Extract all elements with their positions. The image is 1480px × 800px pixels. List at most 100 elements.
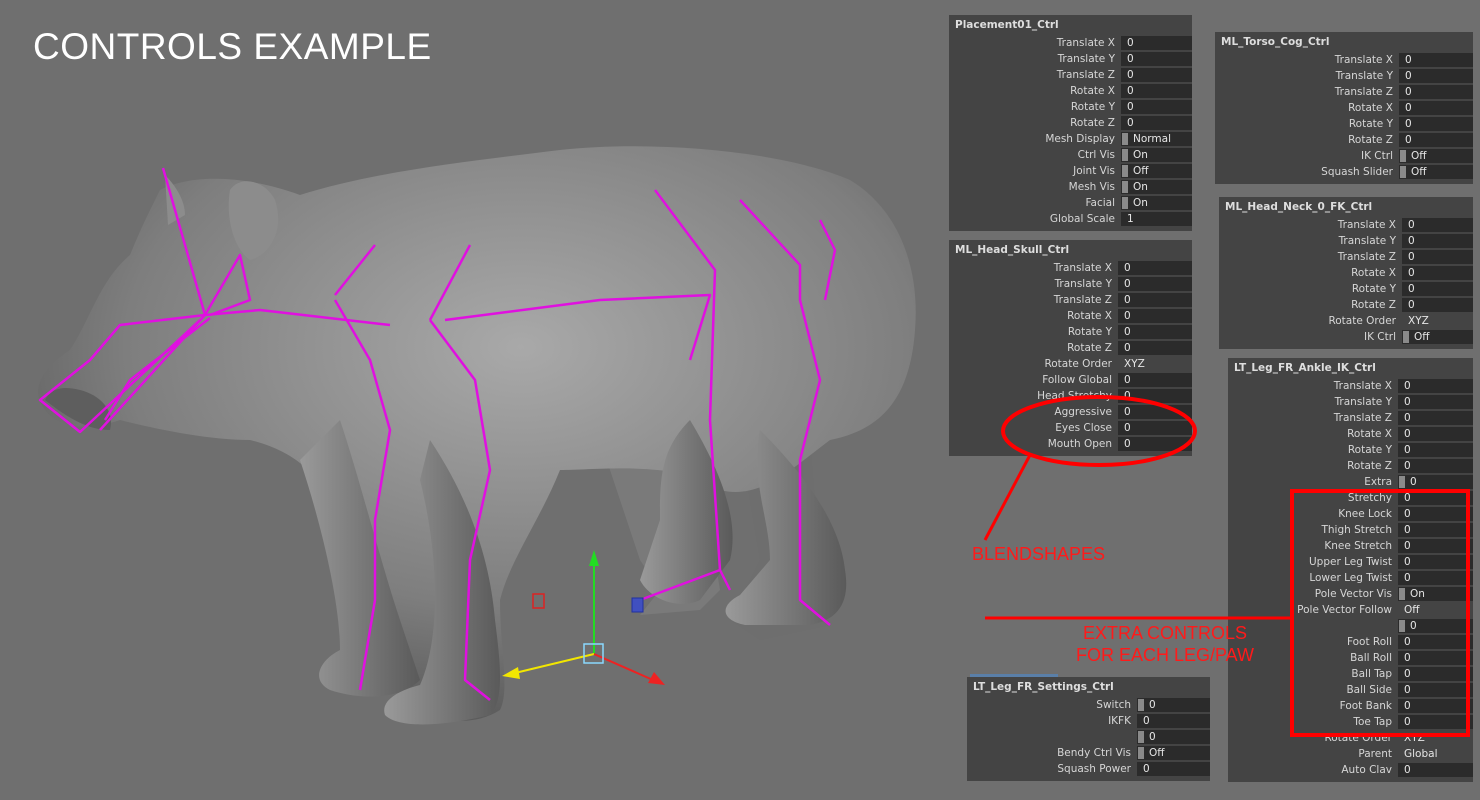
channel-value[interactable]: 0 [1398,475,1473,489]
channel-value[interactable]: 0 [1398,667,1473,681]
channel-row-rotate-y[interactable]: Rotate Y 0 [1219,281,1473,297]
channel-row-translate-z[interactable]: Translate Z 0 [1228,410,1473,426]
channel-value[interactable]: 0 [1118,389,1192,403]
channel-row-rotate-order[interactable]: Rotate Order XYZ [949,356,1192,372]
channel-value[interactable]: 0 [1137,714,1210,728]
channel-row-facial[interactable]: Facial On [949,195,1192,211]
viewport-3d[interactable] [0,0,940,800]
channel-value[interactable]: XYZ [1402,314,1473,328]
channel-value[interactable]: 0 [1402,250,1473,264]
channel-value[interactable]: 0 [1398,555,1473,569]
channel-value[interactable]: 0 [1121,36,1192,50]
channel-row-translate-x[interactable]: Translate X 0 [1219,217,1473,233]
channel-value[interactable]: 0 [1137,762,1210,776]
channel-value[interactable]: 0 [1398,459,1473,473]
channel-row-joint-vis[interactable]: Joint Vis Off [949,163,1192,179]
channel-row-rotate-x[interactable]: Rotate X 0 [1215,100,1473,116]
channel-row-rotate-x[interactable]: Rotate X 0 [1228,426,1473,442]
channel-row-rotate-z[interactable]: Rotate Z 0 [1215,132,1473,148]
channel-row-translate-y[interactable]: Translate Y 0 [949,51,1192,67]
channel-row-ball-side[interactable]: Ball Side 0 [1228,682,1473,698]
channel-row-mesh-display[interactable]: Mesh Display Normal [949,131,1192,147]
channel-value[interactable]: 0 [1398,523,1473,537]
channel-row-ik-ctrl[interactable]: IK Ctrl Off [1219,329,1473,345]
channel-value[interactable]: 0 [1398,571,1473,585]
channel-value[interactable]: 0 [1118,293,1192,307]
channel-row-mesh-vis[interactable]: Mesh Vis On [949,179,1192,195]
channel-value[interactable]: 0 [1121,84,1192,98]
channel-row-translate-z[interactable]: Translate Z 0 [1215,84,1473,100]
channel-row-auto-clav[interactable]: Auto Clav 0 [1228,762,1473,778]
channel-value[interactable]: 0 [1118,277,1192,291]
channel-value[interactable]: 0 [1398,427,1473,441]
channel-value[interactable]: 0 [1398,715,1473,729]
channel-value[interactable]: 0 [1399,69,1473,83]
channel-row-rotate-order[interactable]: Rotate Order XYZ [1228,730,1473,746]
channel-row-translate-z[interactable]: Translate Z 0 [949,67,1192,83]
panel-ml-head-neck-0-fk-ctrl[interactable]: ML_Head_Neck_0_FK_Ctrl Translate X 0 Transl… [1219,197,1473,349]
channel-value[interactable]: 0 [1118,421,1192,435]
channel-row-translate-x[interactable]: Translate X 0 [949,35,1192,51]
channel-row-ik-ctrl[interactable]: IK Ctrl Off [1215,148,1473,164]
channel-row-mouth-open[interactable]: Mouth Open 0 [949,436,1192,452]
panel-ml-torso-cog-ctrl[interactable]: ML_Torso_Cog_Ctrl Translate X 0 Translate Y… [1215,32,1473,184]
channel-row-knee-stretch[interactable]: Knee Stretch 0 [1228,538,1473,554]
channel-value[interactable]: Off [1121,164,1192,178]
channel-value[interactable]: 0 [1118,341,1192,355]
channel-value[interactable]: Off [1137,746,1210,760]
channel-value[interactable]: 1 [1121,212,1192,226]
channel-row-translate-z[interactable]: Translate Z 0 [949,292,1192,308]
panel-lt-leg-fr-ankle-ik-ctrl[interactable]: LT_Leg_FR_Ankle_IK_Ctrl Translate X 0 Trans… [1228,358,1473,782]
transform-manipulator[interactable] [502,550,665,685]
channel-value[interactable]: Off [1398,603,1473,617]
channel-row-aggressive[interactable]: Aggressive 0 [949,404,1192,420]
channel-row-rotate-y[interactable]: Rotate Y 0 [1228,442,1473,458]
channel-value[interactable]: 0 [1398,507,1473,521]
bear-mesh[interactable] [38,146,916,725]
channel-value[interactable]: 0 [1398,395,1473,409]
channel-row-bendy-ctrl-vis[interactable]: Bendy Ctrl Vis Off [967,745,1210,761]
channel-row-rotate-x[interactable]: Rotate X 0 [949,308,1192,324]
channel-row-rotate-x[interactable]: Rotate X 0 [1219,265,1473,281]
channel-row-rotate-order[interactable]: Rotate Order XYZ [1219,313,1473,329]
channel-value[interactable]: On [1121,148,1192,162]
channel-value[interactable]: 0 [1398,411,1473,425]
channel-value[interactable]: 0 [1399,133,1473,147]
channel-row-ikfk[interactable]: IKFK 0 [967,713,1210,729]
channel-value[interactable]: 0 [1398,619,1473,633]
channel-value[interactable]: 0 [1398,699,1473,713]
channel-row-extra[interactable]: Extra 0 [1228,474,1473,490]
channel-row-parent[interactable]: Parent Global [1228,746,1473,762]
channel-value[interactable]: 0 [1402,266,1473,280]
channel-row-translate-y[interactable]: Translate Y 0 [949,276,1192,292]
channel-row-squash-power[interactable]: Squash Power 0 [967,761,1210,777]
channel-row-knee-lock[interactable]: Knee Lock 0 [1228,506,1473,522]
channel-value[interactable]: 0 [1398,635,1473,649]
channel-row-thigh-stretch[interactable]: Thigh Stretch 0 [1228,522,1473,538]
channel-row-translate-y[interactable]: Translate Y 0 [1219,233,1473,249]
channel-value[interactable]: Off [1402,330,1473,344]
channel-value[interactable]: 0 [1402,218,1473,232]
panel-ml-head-skull-ctrl[interactable]: ML_Head_Skull_Ctrl Translate X 0 Translate … [949,240,1192,456]
channel-value[interactable]: 0 [1402,298,1473,312]
channel-row-translate-x[interactable]: Translate X 0 [1228,378,1473,394]
channel-value[interactable]: 0 [1118,405,1192,419]
channel-row-rotate-y[interactable]: Rotate Y 0 [949,99,1192,115]
channel-row-follow-global[interactable]: Follow Global 0 [949,372,1192,388]
channel-row-translate-y[interactable]: Translate Y 0 [1215,68,1473,84]
channel-value[interactable]: 0 [1398,539,1473,553]
channel-value[interactable]: 0 [1398,379,1473,393]
channel-row-translate-x[interactable]: Translate X 0 [1215,52,1473,68]
channel-row-rotate-z[interactable]: Rotate Z 0 [1219,297,1473,313]
channel-value[interactable]: 0 [1402,234,1473,248]
channel-value[interactable]: 0 [1121,100,1192,114]
channel-value[interactable]: 0 [1398,651,1473,665]
channel-value[interactable]: Normal [1121,132,1192,146]
channel-row-eyes-close[interactable]: Eyes Close 0 [949,420,1192,436]
channel-row-translate-x[interactable]: Translate X 0 [949,260,1192,276]
channel-row-squash-slider[interactable]: Squash Slider Off [1215,164,1473,180]
channel-value[interactable]: 0 [1118,373,1192,387]
channel-value[interactable]: 0 [1118,261,1192,275]
panel-placement01-ctrl[interactable]: Placement01_Ctrl Translate X 0 Translate Y 0… [949,15,1192,231]
channel-row-rotate-z[interactable]: Rotate Z 0 [949,340,1192,356]
